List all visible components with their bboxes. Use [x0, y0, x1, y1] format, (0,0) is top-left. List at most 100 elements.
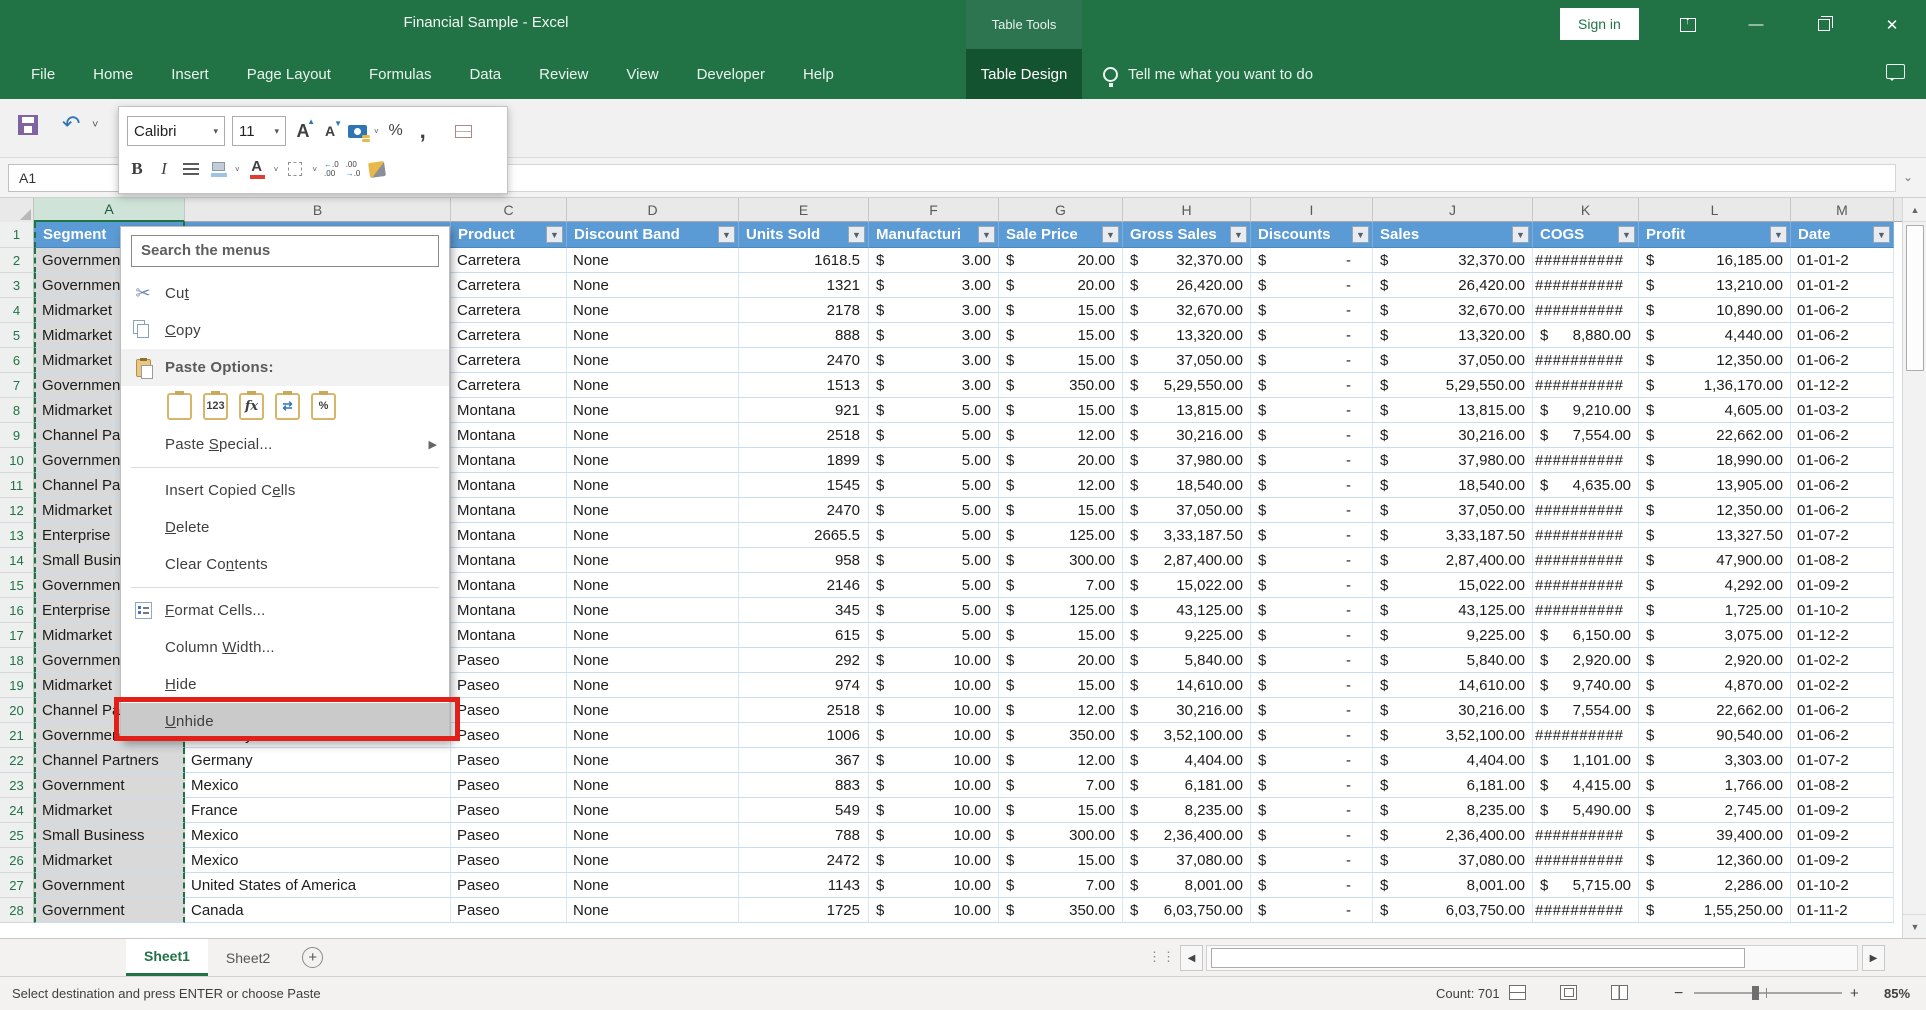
cell[interactable]: $12.00: [999, 473, 1123, 498]
cell[interactable]: None: [567, 873, 739, 898]
cell[interactable]: Paseo: [451, 648, 567, 673]
row-number[interactable]: 28: [0, 898, 34, 923]
cell[interactable]: $32,670.00: [1373, 298, 1533, 323]
cell[interactable]: Small Business: [34, 823, 185, 848]
row-number[interactable]: 8: [0, 398, 34, 423]
filter-dropdown-icon[interactable]: ▼: [1352, 226, 1369, 243]
cell[interactable]: United States of America: [185, 873, 451, 898]
zoom-out-button[interactable]: −: [1674, 985, 1683, 1003]
cell[interactable]: None: [567, 498, 739, 523]
cell[interactable]: $15,022.00: [1373, 573, 1533, 598]
column-letter-H[interactable]: H: [1123, 198, 1251, 222]
cell[interactable]: 345: [739, 598, 869, 623]
column-header-date[interactable]: Date▼: [1791, 222, 1894, 248]
cell[interactable]: $9,225.00: [1123, 623, 1251, 648]
cell[interactable]: $47,900.00: [1639, 548, 1791, 573]
page-break-view-icon[interactable]: [1611, 985, 1628, 1000]
cell[interactable]: 01-06-2: [1791, 498, 1894, 523]
cell[interactable]: 01-06-2: [1791, 298, 1894, 323]
column-letter-I[interactable]: I: [1251, 198, 1373, 222]
row-number[interactable]: 5: [0, 323, 34, 348]
paste-values-icon[interactable]: 123: [203, 393, 228, 420]
cell[interactable]: $-: [1251, 898, 1373, 923]
filter-dropdown-icon[interactable]: ▼: [1102, 226, 1119, 243]
cell[interactable]: $3,075.00: [1639, 623, 1791, 648]
cell[interactable]: Montana: [451, 623, 567, 648]
tell-me-box[interactable]: Tell me what you want to do: [1103, 49, 1313, 99]
font-size-combo[interactable]: 11▾: [232, 116, 286, 146]
cell[interactable]: 367: [739, 748, 869, 773]
menu-item-clear-contents[interactable]: Clear Contents: [121, 546, 449, 583]
cell[interactable]: 01-06-2: [1791, 723, 1894, 748]
cell[interactable]: 1006: [739, 723, 869, 748]
scroll-up-icon[interactable]: ▲: [1903, 198, 1926, 222]
cell[interactable]: None: [567, 798, 739, 823]
column-letter-L[interactable]: L: [1639, 198, 1791, 222]
cell[interactable]: Carretera: [451, 348, 567, 373]
cell[interactable]: None: [567, 348, 739, 373]
cell[interactable]: $32,670.00: [1123, 298, 1251, 323]
cell[interactable]: $5,29,550.00: [1373, 373, 1533, 398]
cell[interactable]: None: [567, 573, 739, 598]
cell[interactable]: $10.00: [869, 798, 999, 823]
cell[interactable]: $1,101.00: [1533, 748, 1639, 773]
cell[interactable]: $90,540.00: [1639, 723, 1791, 748]
cell[interactable]: 1513: [739, 373, 869, 398]
cell[interactable]: $13,320.00: [1373, 323, 1533, 348]
column-header-discounts[interactable]: Discounts▼: [1251, 222, 1373, 248]
cell[interactable]: $3,33,187.50: [1123, 523, 1251, 548]
cell[interactable]: 921: [739, 398, 869, 423]
cell[interactable]: $2,286.00: [1639, 873, 1791, 898]
cell[interactable]: $10.00: [869, 723, 999, 748]
cell[interactable]: 01-07-2: [1791, 523, 1894, 548]
page-layout-view-icon[interactable]: [1560, 985, 1577, 1000]
cell[interactable]: $3,52,100.00: [1123, 723, 1251, 748]
cell[interactable]: ##########: [1533, 598, 1639, 623]
cell[interactable]: Paseo: [451, 873, 567, 898]
cell[interactable]: 615: [739, 623, 869, 648]
format-painter-icon[interactable]: [367, 162, 387, 177]
column-header-cogs[interactable]: COGS▼: [1533, 222, 1639, 248]
cell[interactable]: $20.00: [999, 273, 1123, 298]
cell[interactable]: 01-02-2: [1791, 673, 1894, 698]
cell[interactable]: 01-08-2: [1791, 773, 1894, 798]
cell[interactable]: 01-01-2: [1791, 273, 1894, 298]
cell[interactable]: $-: [1251, 873, 1373, 898]
cell[interactable]: $5,840.00: [1123, 648, 1251, 673]
cell[interactable]: Canada: [185, 898, 451, 923]
cell[interactable]: $2,87,400.00: [1373, 548, 1533, 573]
row-number[interactable]: 4: [0, 298, 34, 323]
cell[interactable]: $18,990.00: [1639, 448, 1791, 473]
row-number[interactable]: 27: [0, 873, 34, 898]
cell[interactable]: $-: [1251, 598, 1373, 623]
cell[interactable]: $-: [1251, 823, 1373, 848]
filter-dropdown-icon[interactable]: ▼: [1230, 226, 1247, 243]
horizontal-scrollbar-thumb[interactable]: [1211, 948, 1745, 968]
cell[interactable]: 1143: [739, 873, 869, 898]
cell[interactable]: 01-11-2: [1791, 898, 1894, 923]
cell[interactable]: 01-07-2: [1791, 748, 1894, 773]
cell[interactable]: $6,03,750.00: [1373, 898, 1533, 923]
cell[interactable]: 958: [739, 548, 869, 573]
cell[interactable]: $4,404.00: [1373, 748, 1533, 773]
column-header-discount-band[interactable]: Discount Band▼: [567, 222, 739, 248]
cell[interactable]: ##########: [1533, 373, 1639, 398]
cell[interactable]: 2146: [739, 573, 869, 598]
font-color-icon[interactable]: A: [247, 160, 267, 178]
cell[interactable]: 888: [739, 323, 869, 348]
cell[interactable]: $5,840.00: [1373, 648, 1533, 673]
cell[interactable]: 1545: [739, 473, 869, 498]
cell[interactable]: $300.00: [999, 823, 1123, 848]
ribbon-tab-review[interactable]: Review: [520, 49, 607, 99]
chevron-down-icon[interactable]: ˅: [312, 165, 317, 174]
cell[interactable]: $6,181.00: [1373, 773, 1533, 798]
cell[interactable]: $4,292.00: [1639, 573, 1791, 598]
cell[interactable]: $18,540.00: [1123, 473, 1251, 498]
cell[interactable]: 01-01-2: [1791, 248, 1894, 273]
chevron-down-icon[interactable]: ˅: [274, 165, 279, 174]
chevron-down-icon[interactable]: ˅: [235, 165, 240, 174]
sheet-tab-sheet2[interactable]: Sheet2: [208, 939, 288, 976]
row-number[interactable]: 3: [0, 273, 34, 298]
cell[interactable]: 292: [739, 648, 869, 673]
cell[interactable]: 2665.5: [739, 523, 869, 548]
